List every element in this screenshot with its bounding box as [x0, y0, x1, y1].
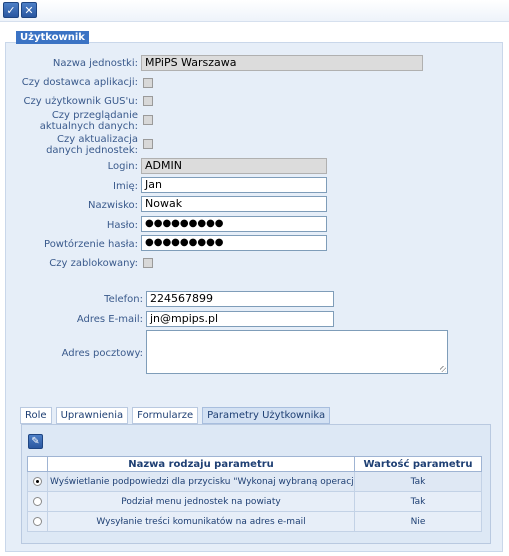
locked-checkbox[interactable] — [143, 258, 153, 268]
password-repeat-input[interactable]: ●●●●●●●●● — [141, 235, 327, 251]
table-row[interactable]: Wysyłanie treści komunikatów na adres e-… — [27, 511, 482, 532]
parameter-value-cell: Nie — [354, 511, 482, 532]
radio-unselected[interactable] — [33, 496, 42, 506]
first-name-input[interactable]: Jan — [141, 177, 327, 193]
detail-tabs: Role Uprawnienia Formularze Parametry Uż… — [20, 407, 331, 424]
postal-address-textarea[interactable] — [146, 330, 448, 374]
login-field: ADMIN — [141, 158, 327, 174]
gus-user-label: Czy użytkownik GUS'u: — [23, 96, 138, 107]
parameter-name-cell: Wyświetlanie podpowiedzi dla przycisku "… — [47, 471, 355, 492]
password-label: Hasło: — [106, 220, 138, 231]
table-row[interactable]: Wyświetlanie podpowiedzi dla przycisku "… — [27, 471, 482, 492]
first-name-label: Imię: — [113, 181, 138, 192]
phone-input[interactable]: 224567899 — [146, 291, 334, 307]
row-select-cell[interactable] — [27, 511, 48, 532]
phone-label: Telefon: — [104, 294, 143, 305]
login-label: Login: — [107, 161, 138, 172]
check-icon: ✓ — [6, 3, 16, 17]
last-name-input[interactable]: Nowak — [141, 196, 327, 212]
email-input[interactable]: jn@mpips.pl — [146, 311, 334, 327]
table-row[interactable]: Podział menu jednostek na powiaty Tak — [27, 491, 482, 512]
unit-label: Nazwa jednostki: — [52, 58, 138, 69]
postal-address-label: Adres pocztowy: — [61, 348, 143, 359]
parameter-name-header[interactable]: Nazwa rodzaju parametru — [47, 456, 355, 472]
tab-permissions[interactable]: Uprawnienia — [55, 407, 129, 424]
confirm-button[interactable]: ✓ — [3, 2, 19, 18]
pencil-icon: ✎ — [31, 436, 40, 447]
gus-user-checkbox[interactable] — [143, 96, 153, 106]
tab-user-parameters[interactable]: Parametry Użytkownika — [202, 407, 331, 424]
browse-data-checkbox[interactable] — [143, 115, 153, 125]
row-select-cell[interactable] — [27, 471, 48, 492]
app-vendor-checkbox[interactable] — [143, 78, 153, 88]
update-units-checkbox[interactable] — [143, 139, 153, 149]
parameter-name-cell: Wysyłanie treści komunikatów na adres e-… — [47, 511, 355, 532]
parameters-table: Nazwa rodzaju parametru Wartość parametr… — [27, 456, 482, 532]
close-icon: ✕ — [24, 3, 34, 17]
password-repeat-label: Powtórzenie hasła: — [44, 239, 138, 250]
parameter-name-cell: Podział menu jednostek na powiaty — [47, 491, 355, 512]
parameter-value-cell: Tak — [354, 471, 482, 492]
update-units-label: Czy aktualizacja danych jednostek: — [46, 134, 138, 156]
toolbar: ✓ ✕ — [0, 0, 509, 22]
tab-role[interactable]: Role — [20, 407, 52, 424]
last-name-label: Nazwisko: — [88, 200, 138, 211]
resize-grip-icon[interactable] — [440, 366, 446, 372]
unit-field: MPiPS Warszawa — [141, 55, 423, 71]
password-input[interactable]: ●●●●●●●●● — [141, 216, 327, 232]
email-label: Adres E-mail: — [76, 314, 143, 325]
radio-unselected[interactable] — [33, 516, 42, 526]
parameter-value-cell: Tak — [354, 491, 482, 512]
browse-data-label: Czy przeglądanie aktualnych danych: — [39, 110, 138, 132]
locked-label: Czy zablokowany: — [49, 258, 138, 269]
app-vendor-label: Czy dostawca aplikacji: — [21, 77, 138, 88]
parameter-value-header[interactable]: Wartość parametru — [354, 456, 482, 472]
cancel-button[interactable]: ✕ — [21, 2, 37, 18]
section-title: Użytkownik — [16, 31, 89, 44]
tab-forms[interactable]: Formularze — [132, 407, 199, 424]
row-select-cell[interactable] — [27, 491, 48, 512]
radio-selected[interactable] — [33, 476, 42, 486]
edit-button[interactable]: ✎ — [28, 434, 43, 449]
table-header-row: Nazwa rodzaju parametru Wartość parametr… — [27, 456, 482, 472]
select-column-header — [27, 456, 48, 472]
